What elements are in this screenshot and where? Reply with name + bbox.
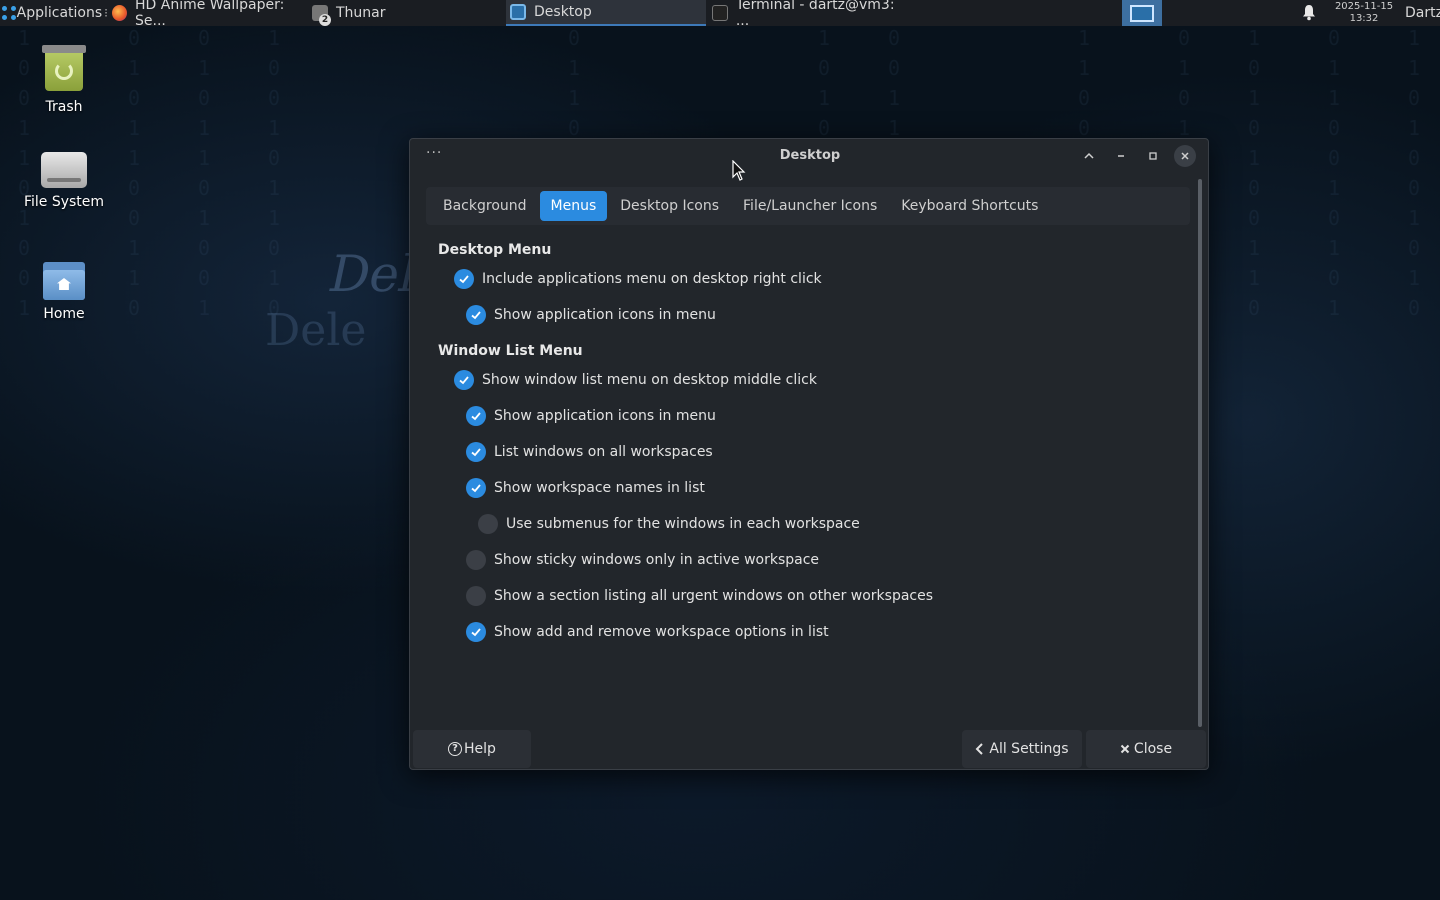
option-label: Show application icons in menu	[494, 408, 716, 424]
scrollbar[interactable]	[1198, 179, 1202, 727]
all-settings-button[interactable]: All Settings	[962, 730, 1082, 768]
checkbox[interactable]	[466, 305, 486, 325]
separator-icon: ⁝	[104, 6, 108, 20]
option-label: Use submenus for the windows in each wor…	[506, 516, 860, 532]
desktop-icon-label: Trash	[45, 99, 83, 115]
chevron-left-icon	[975, 743, 984, 755]
help-icon: ?	[448, 742, 463, 756]
tab-menus[interactable]: Menus	[539, 191, 608, 221]
checkbox[interactable]	[478, 514, 498, 534]
tab-desktop-icons[interactable]: Desktop Icons	[609, 191, 730, 221]
taskbar-item-thunar[interactable]: 2 Thunar	[312, 0, 502, 26]
task-label: Terminal - dartz@vm3: ...	[735, 0, 895, 29]
task-label: HD Anime Wallpaper: Se...	[135, 0, 285, 29]
terminal-icon	[712, 5, 728, 21]
tab-file-launcher-icons[interactable]: File/Launcher Icons	[732, 191, 888, 221]
option-label: Include applications menu on desktop rig…	[482, 271, 822, 287]
applications-icon	[2, 5, 16, 21]
option-show-window-list-menu[interactable]: Show window list menu on desktop middle …	[454, 368, 817, 392]
all-settings-label: All Settings	[989, 741, 1069, 757]
option-desktop-show-app-icons[interactable]: Show application icons in menu	[466, 303, 716, 327]
option-use-submenus[interactable]: Use submenus for the windows in each wor…	[478, 512, 860, 536]
tray-desktop-icon[interactable]	[1122, 0, 1162, 26]
option-label: Show sticky windows only in active works…	[494, 552, 820, 568]
clock-time: 13:32	[1349, 13, 1379, 24]
option-label: Show application icons in menu	[494, 307, 716, 323]
desktop-icon-trash[interactable]: Trash	[9, 45, 119, 115]
clock-date: 2025-11-15	[1334, 1, 1394, 12]
window-title: Desktop	[779, 148, 841, 163]
help-button-label: Help	[464, 741, 496, 757]
task-label: Desktop	[534, 4, 592, 20]
tab-keyboard-shortcuts[interactable]: Keyboard Shortcuts	[890, 191, 1049, 221]
option-add-remove-workspace[interactable]: Show add and remove workspace options in…	[466, 620, 829, 644]
desktop-settings-dialog: ··· Desktop Background Menus Desktop Ico…	[409, 138, 1209, 770]
window-count-badge: 2	[319, 14, 331, 26]
option-window-list-show-app-icons[interactable]: Show application icons in menu	[466, 404, 716, 428]
titlebar[interactable]: ··· Desktop	[410, 139, 1208, 173]
mouse-cursor-icon	[732, 160, 746, 181]
checkbox[interactable]	[466, 550, 486, 570]
top-panel: Applications ⁝ HD Anime Wallpaper: Se...…	[0, 0, 1440, 29]
checkbox[interactable]	[466, 478, 486, 498]
desktop-icon-file-system[interactable]: File System	[9, 152, 119, 210]
trash-icon	[42, 45, 86, 93]
close-icon	[1181, 152, 1189, 160]
option-include-applications-menu[interactable]: Include applications menu on desktop rig…	[454, 267, 822, 291]
chevron-up-icon	[1084, 152, 1094, 159]
close-button[interactable]: Close	[1086, 730, 1206, 768]
minimize-icon	[1118, 155, 1124, 157]
task-label: Thunar	[336, 5, 386, 21]
option-label: Show add and remove workspace options in…	[494, 624, 829, 640]
checkbox[interactable]	[454, 370, 474, 390]
home-folder-icon	[43, 262, 85, 300]
close-label: Close	[1133, 741, 1173, 757]
option-label: Show window list menu on desktop middle …	[482, 372, 817, 388]
checkbox[interactable]	[466, 586, 486, 606]
desktop-icon-home[interactable]: Home	[9, 262, 119, 322]
taskbar-item-terminal[interactable]: Terminal - dartz@vm3: ...	[710, 0, 910, 29]
thunar-icon: 2	[312, 5, 331, 26]
option-label: Show workspace names in list	[494, 480, 705, 496]
checkbox[interactable]	[454, 269, 474, 289]
wallpaper-graphic: Dele	[265, 305, 367, 356]
tab-background[interactable]: Background	[432, 191, 538, 221]
option-sticky-windows-active-workspace[interactable]: Show sticky windows only in active works…	[466, 548, 819, 572]
minimize-button[interactable]	[1110, 145, 1132, 167]
shade-button[interactable]	[1078, 145, 1100, 167]
drive-icon	[41, 152, 87, 188]
desktop-icon-label: File System	[23, 194, 105, 210]
tab-bar: Background Menus Desktop Icons File/Laun…	[426, 187, 1190, 225]
dialog-content: Background Menus Desktop Icons File/Laun…	[426, 179, 1192, 727]
applications-menu-button[interactable]: Applications ⁝	[0, 0, 108, 26]
user-menu[interactable]: Dartz	[1405, 0, 1440, 26]
close-icon	[1120, 744, 1130, 754]
desktop-settings-icon	[510, 4, 526, 20]
checkbox[interactable]	[466, 622, 486, 642]
clock[interactable]: 2025-11-15 13:32	[1330, 1, 1398, 25]
checkbox[interactable]	[466, 442, 486, 462]
option-urgent-windows-section[interactable]: Show a section listing all urgent window…	[466, 584, 933, 608]
desktop-icon-label: Home	[43, 306, 85, 322]
option-show-workspace-names[interactable]: Show workspace names in list	[466, 476, 705, 500]
checkbox[interactable]	[466, 406, 486, 426]
wallpaper-graphic: Del	[323, 245, 422, 303]
close-window-button[interactable]	[1174, 145, 1196, 167]
option-label: Show a section listing all urgent window…	[494, 588, 934, 604]
taskbar-item-desktop[interactable]: Desktop	[506, 0, 706, 26]
firefox-icon	[112, 5, 127, 21]
window-list-menu-heading: Window List Menu	[438, 343, 583, 359]
window-menu-icon[interactable]: ···	[426, 145, 442, 161]
taskbar-item-firefox[interactable]: HD Anime Wallpaper: Se...	[112, 0, 308, 29]
maximize-icon	[1149, 152, 1157, 160]
desktop-menu-heading: Desktop Menu	[438, 242, 552, 258]
applications-label: Applications	[16, 5, 103, 21]
notification-bell-icon[interactable]	[1302, 4, 1316, 21]
option-label: List windows on all workspaces	[494, 444, 713, 460]
option-list-windows-all-workspaces[interactable]: List windows on all workspaces	[466, 440, 713, 464]
help-button[interactable]: ? Help	[413, 730, 531, 768]
maximize-button[interactable]	[1142, 145, 1164, 167]
